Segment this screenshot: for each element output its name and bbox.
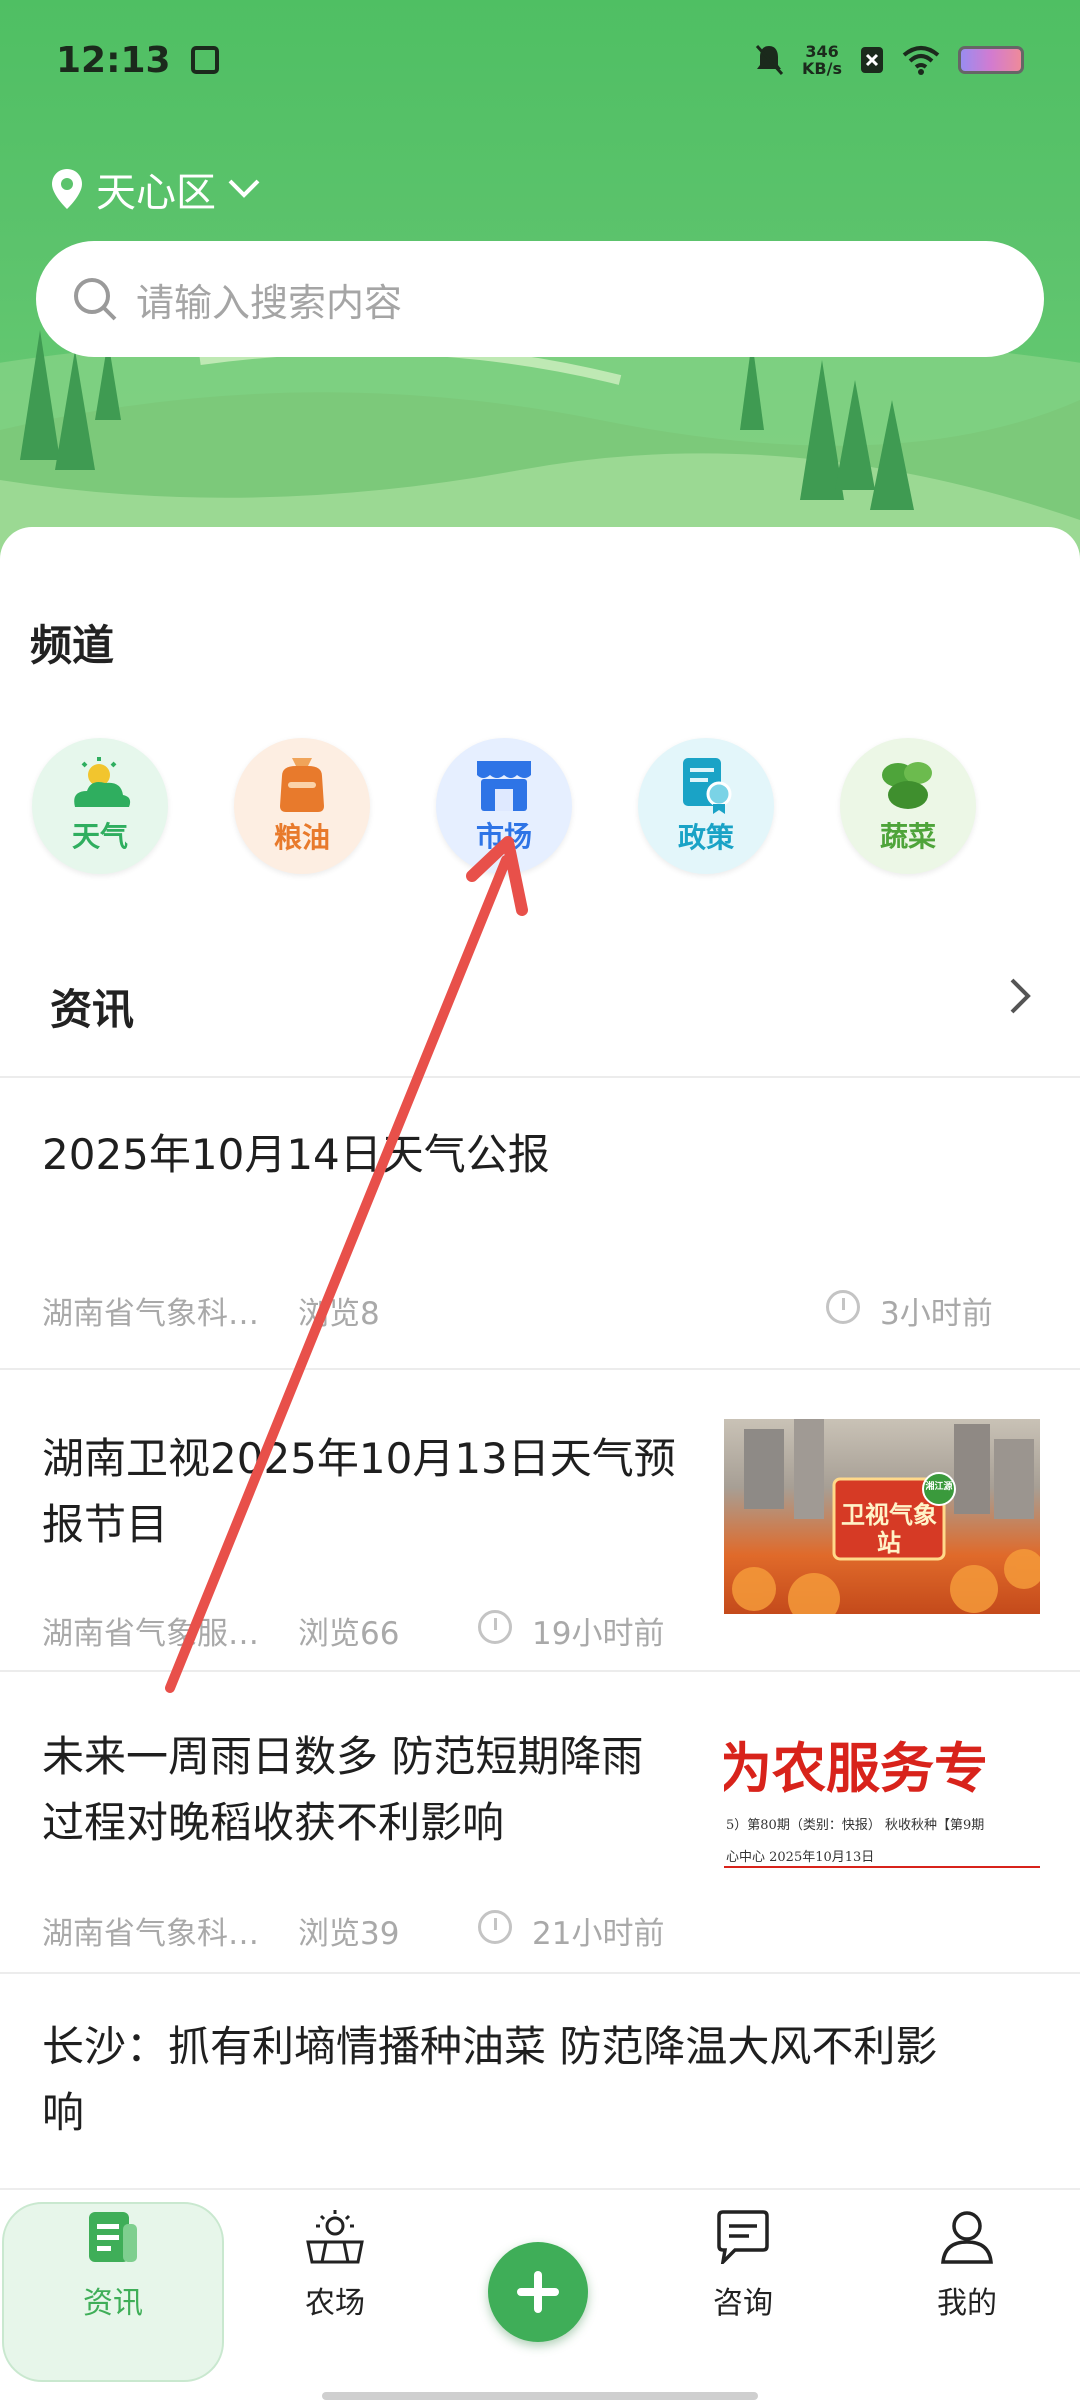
location-selector[interactable]: 天心区 — [52, 160, 262, 218]
policy-icon — [683, 758, 732, 814]
battery-icon — [958, 46, 1024, 74]
channel-vegetable[interactable]: 蔬菜 — [840, 738, 976, 874]
chat-icon — [717, 2210, 769, 2264]
search-icon — [74, 278, 117, 321]
tab-profile[interactable]: 我的 — [887, 2210, 1047, 2390]
news-item-views: 浏览8 — [298, 1296, 380, 1332]
home-indicator — [322, 2392, 758, 2400]
channel-label: 天气 — [71, 820, 128, 853]
mute-icon — [755, 45, 784, 75]
news-item[interactable]: 湖南卫视2025年10月13日天气预 报节目 湖南省气象服… 浏览66 19小时… — [0, 1370, 1080, 1670]
chevron-down-icon — [228, 179, 260, 198]
profile-icon — [941, 2211, 993, 2264]
channel-label: 政策 — [677, 821, 734, 854]
channel-label: 市场 — [475, 820, 532, 853]
search-placeholder: 请输入搜索内容 — [136, 280, 403, 325]
network-speed: 346 KB/s — [802, 42, 842, 78]
farm-icon — [306, 2210, 364, 2264]
news-thumbnail: 为农服务专 5）第80期（类别：快报） 秋收秋种【第9期 心中心 2025年10… — [724, 1718, 1040, 1913]
chevron-right-icon[interactable] — [1000, 976, 1040, 1016]
status-time: 12:13 — [56, 39, 171, 81]
news-item-time: 21小时前 — [532, 1916, 665, 1952]
tab-farm[interactable]: 农场 — [255, 2210, 415, 2390]
news-item-time: 19小时前 — [532, 1616, 665, 1652]
tab-label: 资讯 — [83, 2286, 143, 2321]
news-item-title: 2025年10月14日天气公报 — [42, 1130, 550, 1179]
plus-icon — [517, 2271, 559, 2313]
channel-policy[interactable]: 政策 — [638, 738, 774, 874]
clock-icon — [826, 1290, 860, 1324]
thumb-subtext-2: 心中心 2025年10月13日 — [726, 1850, 875, 1865]
tab-label: 农场 — [305, 2286, 365, 2321]
news-item-title: 长沙：抓有利墒情播种油菜 防范降温大风不利影 响 — [42, 2022, 938, 2137]
thumb-text: 为农服务专 — [724, 1736, 988, 1800]
clock-icon — [478, 1910, 512, 1944]
channel-label: 蔬菜 — [879, 820, 936, 853]
tab-label: 我的 — [937, 2286, 997, 2321]
tab-label: 咨询 — [713, 2286, 773, 2321]
channels-title: 频道 — [30, 621, 115, 670]
thumb-rule — [724, 1866, 1040, 1868]
thumb-text: 卫视气象站 — [841, 1501, 937, 1557]
vegetable-icon — [882, 762, 932, 809]
wifi-icon — [902, 46, 940, 75]
news-item-title: 未来一周雨日数多 防范短期降雨 过程对晚稻收获不利影响 — [42, 1732, 644, 1847]
news-item-time: 3小时前 — [880, 1296, 993, 1332]
app-notification-icon — [190, 46, 219, 74]
news-item-source: 湖南省气象科… — [42, 1916, 259, 1952]
search-input[interactable]: 请输入搜索内容 — [36, 241, 1044, 357]
news-item-views: 浏览39 — [298, 1916, 400, 1952]
news-item-source: 湖南省气象服… — [42, 1616, 259, 1652]
news-item-source: 湖南省气象科… — [42, 1296, 259, 1332]
status-bar: 12:13 346 KB/s — [0, 0, 1080, 120]
grain-oil-icon — [280, 758, 324, 812]
sim-x-icon — [861, 47, 883, 73]
news-item[interactable]: 长沙：抓有利墒情播种油菜 防范降温大风不利影 响 — [0, 1974, 1080, 2188]
market-icon — [477, 761, 531, 811]
news-item[interactable]: 未来一周雨日数多 防范短期降雨 过程对晚稻收获不利影响 湖南省气象科… 浏览39… — [0, 1672, 1080, 1972]
tab-news[interactable]: 资讯 — [33, 2210, 193, 2390]
add-button[interactable] — [488, 2242, 588, 2342]
weather-icon — [74, 757, 131, 807]
news-icon — [89, 2212, 137, 2262]
news-item-title: 湖南卫视2025年10月13日天气预 报节目 — [42, 1434, 676, 1549]
news-item[interactable]: 2025年10月14日天气公报 湖南省气象科… 浏览8 3小时前 — [0, 1078, 1080, 1368]
news-title: 资讯 — [50, 985, 135, 1034]
channel-label: 粮油 — [273, 821, 330, 854]
channel-list: 天气 粮油 市场 政策 蔬菜 — [32, 738, 976, 874]
location-label: 天心区 — [96, 170, 216, 216]
channel-grain-oil[interactable]: 粮油 — [234, 738, 370, 874]
news-item-views: 浏览66 — [298, 1616, 400, 1652]
thumb-badge: 湘江源 — [925, 1482, 953, 1492]
news-thumbnail: 卫视气象站 湘江源 — [724, 1419, 1040, 1614]
location-pin-icon — [52, 169, 82, 209]
tab-consult[interactable]: 咨询 — [663, 2210, 823, 2390]
channel-market[interactable]: 市场 — [436, 738, 572, 874]
channel-weather[interactable]: 天气 — [32, 738, 168, 874]
clock-icon — [478, 1610, 512, 1644]
thumb-subtext-1: 5）第80期（类别：快报） 秋收秋种【第9期 — [726, 1818, 985, 1833]
